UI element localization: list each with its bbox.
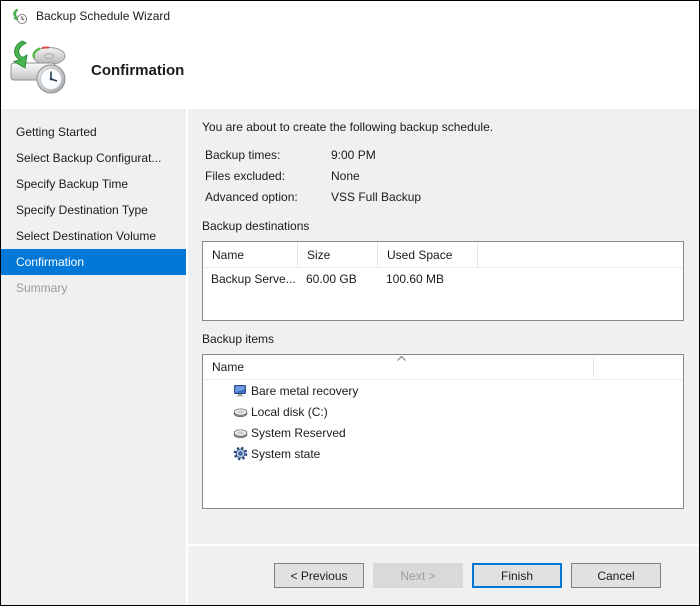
- list-item-label: Bare metal recovery: [251, 384, 358, 398]
- summary-row-advanced-option: Advanced option: VSS Full Backup: [202, 186, 684, 207]
- destinations-header-row: Name Size Used Space: [203, 242, 683, 268]
- sidebar-item-select-backup-configuration[interactable]: Select Backup Configurat...: [1, 145, 186, 171]
- items-table: Name Bare: [202, 354, 684, 509]
- items-name-header-text: Name: [203, 360, 244, 374]
- wizard-body: Getting Started Select Backup Configurat…: [1, 109, 699, 605]
- items-column-header-name[interactable]: Name: [203, 355, 683, 380]
- sort-ascending-caret-icon: [397, 356, 406, 361]
- files-excluded-label: Files excluded:: [202, 169, 331, 183]
- backup-destinations-label: Backup destinations: [202, 218, 684, 234]
- files-excluded-value: None: [331, 169, 360, 183]
- summary-row-files-excluded: Files excluded: None: [202, 165, 684, 186]
- sidebar-item-getting-started[interactable]: Getting Started: [1, 119, 186, 145]
- window-title: Backup Schedule Wizard: [36, 9, 170, 23]
- list-item-label: System Reserved: [251, 426, 346, 440]
- disk-icon: [233, 404, 248, 419]
- items-header-separator: [593, 357, 594, 377]
- backup-schedule-wizard-window: Backup Schedule Wizard: [0, 0, 700, 606]
- page-title: Confirmation: [91, 62, 184, 79]
- list-item-label: Local disk (C:): [251, 405, 328, 419]
- backup-drive-clock-icon: [9, 39, 71, 101]
- list-item-system-reserved[interactable]: System Reserved: [233, 422, 683, 443]
- destination-name-cell: Backup Serve...: [203, 272, 298, 286]
- list-item-system-state[interactable]: System state: [233, 443, 683, 464]
- column-header-name[interactable]: Name: [203, 242, 298, 267]
- previous-button[interactable]: < Previous: [274, 563, 364, 588]
- wizard-header: Confirmation: [1, 31, 699, 109]
- disk-icon: [233, 425, 248, 440]
- intro-text: You are about to create the following ba…: [202, 119, 684, 135]
- summary-row-backup-times: Backup times: 9:00 PM: [202, 144, 684, 165]
- column-header-size[interactable]: Size: [298, 242, 378, 267]
- destinations-table-row[interactable]: Backup Serve... 60.00 GB 100.60 MB: [203, 268, 683, 290]
- sidebar-item-specify-backup-time[interactable]: Specify Backup Time: [1, 171, 186, 197]
- content-main: You are about to create the following ba…: [188, 109, 699, 544]
- list-item-label: System state: [251, 447, 320, 461]
- sidebar-item-select-destination-volume[interactable]: Select Destination Volume: [1, 223, 186, 249]
- advanced-option-label: Advanced option:: [202, 190, 331, 204]
- backup-times-value: 9:00 PM: [331, 148, 376, 162]
- destination-size-cell: 60.00 GB: [298, 272, 378, 286]
- backup-items-label: Backup items: [202, 331, 684, 347]
- gear-icon: [233, 446, 248, 461]
- sidebar: Getting Started Select Backup Configurat…: [1, 109, 188, 605]
- list-item-bare-metal-recovery[interactable]: Bare metal recovery: [233, 380, 683, 401]
- backup-wizard-icon: [11, 8, 28, 25]
- column-header-filler: [478, 242, 683, 267]
- footer: < Previous Next > Finish Cancel: [188, 544, 699, 605]
- content-pane: You are about to create the following ba…: [188, 109, 699, 605]
- list-item-local-disk-c[interactable]: Local disk (C:): [233, 401, 683, 422]
- next-button: Next >: [373, 563, 463, 588]
- sidebar-item-summary: Summary: [1, 275, 186, 301]
- bare-metal-recovery-icon: [233, 383, 248, 398]
- advanced-option-value: VSS Full Backup: [331, 190, 421, 204]
- cancel-button[interactable]: Cancel: [571, 563, 661, 588]
- destination-used-space-cell: 100.60 MB: [378, 272, 478, 286]
- column-header-used-space[interactable]: Used Space: [378, 242, 478, 267]
- sidebar-item-specify-destination-type[interactable]: Specify Destination Type: [1, 197, 186, 223]
- titlebar: Backup Schedule Wizard: [1, 1, 699, 31]
- destinations-table: Name Size Used Space Backup Serve... 60.…: [202, 241, 684, 321]
- backup-times-label: Backup times:: [202, 148, 331, 162]
- sidebar-item-confirmation[interactable]: Confirmation: [1, 249, 186, 275]
- finish-button[interactable]: Finish: [472, 563, 562, 588]
